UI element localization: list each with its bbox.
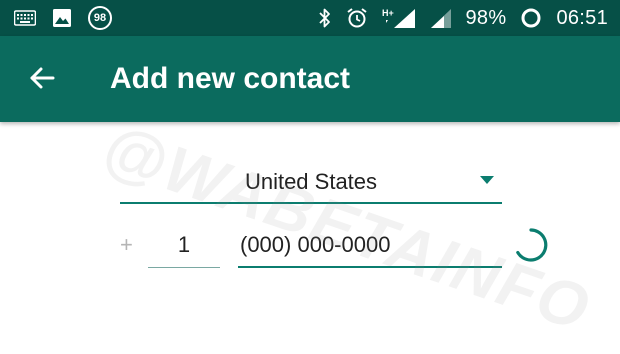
phone-placeholder: (000) 000-0000 bbox=[240, 232, 391, 257]
app-bar: Add new contact bbox=[0, 36, 620, 122]
country-underline bbox=[120, 202, 502, 204]
signal-icon bbox=[430, 7, 452, 29]
clock: 06:51 bbox=[556, 6, 608, 29]
page-title: Add new contact bbox=[110, 62, 351, 95]
image-icon bbox=[52, 8, 72, 28]
country-code-input[interactable]: 1 bbox=[148, 226, 220, 268]
phone-number-input[interactable]: (000) 000-0000 bbox=[238, 226, 502, 268]
status-bar: 98 H+ 98% 06:51 bbox=[0, 0, 620, 36]
loading-spinner-icon bbox=[512, 226, 550, 264]
battery-percent: 98% bbox=[465, 6, 507, 29]
status-bar-left: 98 bbox=[14, 0, 128, 36]
phone-underline bbox=[238, 266, 502, 268]
notification-count-badge: 98 bbox=[88, 6, 112, 30]
country-dropdown[interactable]: United States bbox=[120, 160, 502, 204]
back-button[interactable] bbox=[18, 56, 66, 104]
country-name: United States bbox=[244, 169, 378, 194]
plus-sign: + bbox=[120, 232, 133, 257]
dropdown-arrow-icon bbox=[480, 176, 494, 184]
battery-icon bbox=[520, 7, 542, 29]
back-arrow-icon bbox=[29, 65, 55, 96]
country-code-underline bbox=[148, 267, 220, 268]
bluetooth-icon bbox=[318, 7, 332, 29]
country-code-value: 1 bbox=[177, 232, 191, 257]
keyboard-icon bbox=[14, 10, 36, 26]
signal-icon: H+ bbox=[382, 7, 416, 29]
status-bar-right: H+ 98% 06:51 bbox=[304, 0, 609, 36]
network-type-label: H+ bbox=[382, 8, 394, 18]
alarm-icon bbox=[346, 7, 368, 29]
